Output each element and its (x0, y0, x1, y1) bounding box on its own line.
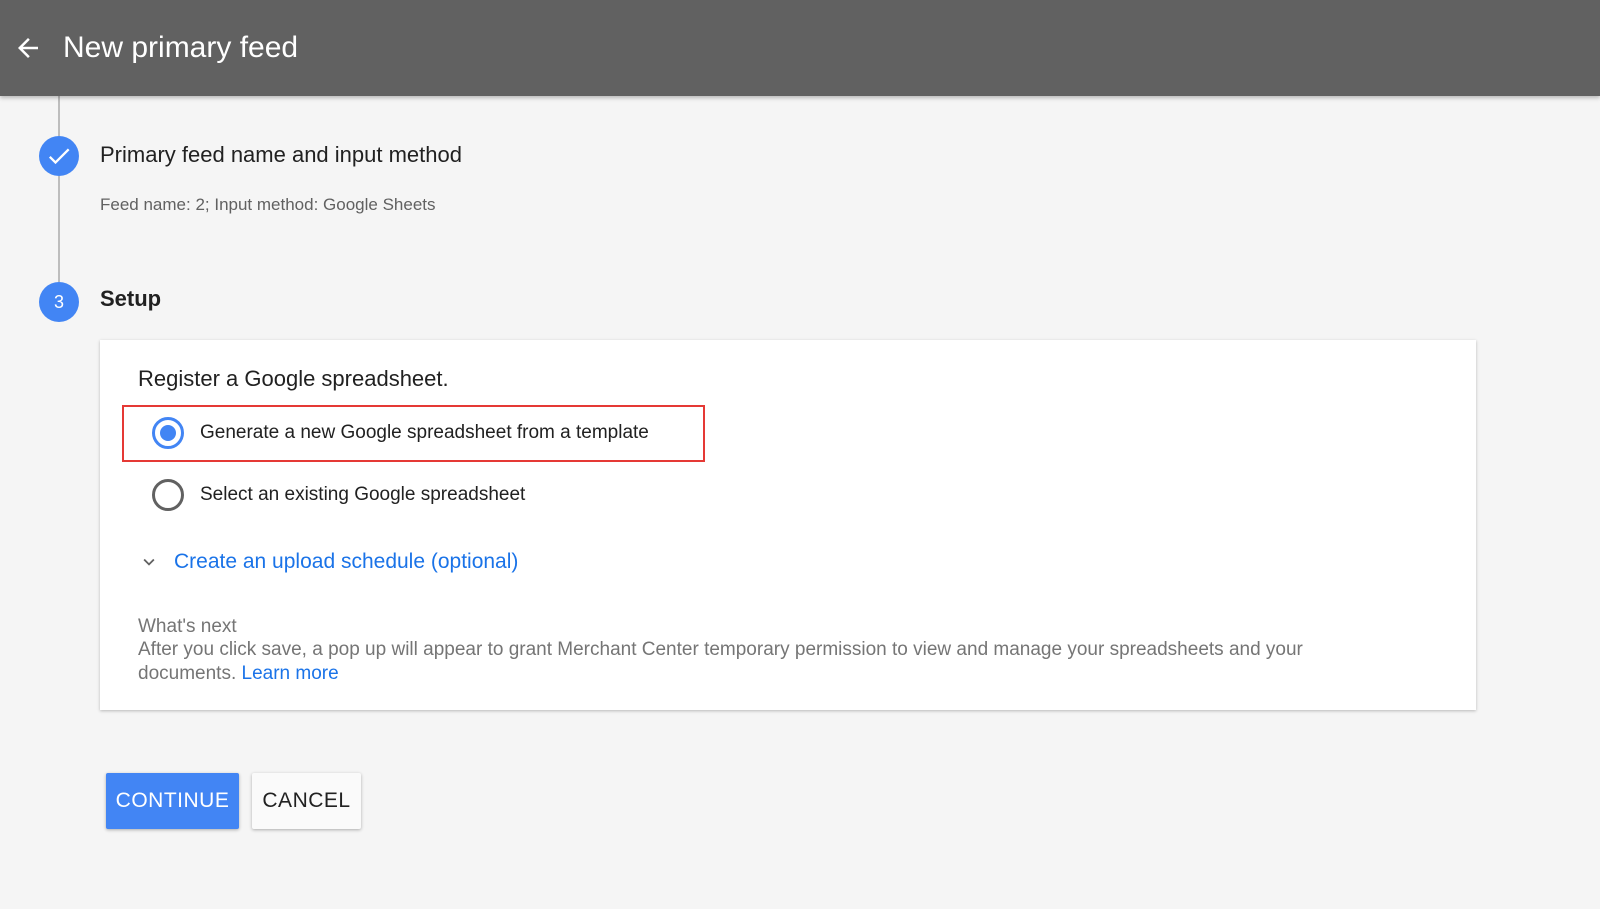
stepper-line-middle (58, 176, 60, 282)
step-title-feed-name[interactable]: Primary feed name and input method (100, 141, 462, 169)
stepper-line-top (58, 96, 60, 136)
step-summary: Feed name: 2; Input method: Google Sheet… (100, 195, 436, 214)
card-heading: Register a Google spreadsheet. (138, 366, 449, 391)
radio-button-checked[interactable] (152, 417, 184, 449)
whats-next-body: After you click save, a pop up will appe… (138, 638, 1398, 686)
continue-button[interactable]: CONTINUE (106, 773, 239, 829)
check-icon (48, 148, 70, 165)
whats-next-title: What's next (138, 616, 237, 637)
radio-option-generate-template[interactable]: Generate a new Google spreadsheet from a… (152, 417, 649, 449)
upload-schedule-toggle[interactable]: Create an upload schedule (optional) (138, 548, 518, 576)
setup-card: Register a Google spreadsheet. Generate … (100, 340, 1476, 710)
step-complete-indicator (39, 136, 79, 176)
app-header: New primary feed (0, 0, 1600, 96)
radio-option-existing-spreadsheet[interactable]: Select an existing Google spreadsheet (152, 479, 525, 511)
arrow-back-icon (18, 38, 38, 58)
radio-button-unchecked[interactable] (152, 479, 184, 511)
radio-label-generate: Generate a new Google spreadsheet from a… (200, 422, 649, 443)
page-title: New primary feed (63, 31, 299, 64)
learn-more-link[interactable]: Learn more (242, 663, 339, 684)
back-button[interactable] (8, 28, 48, 68)
radio-label-existing: Select an existing Google spreadsheet (200, 484, 526, 505)
radio-dot (160, 425, 176, 441)
step-title-setup: Setup (100, 286, 162, 311)
upload-schedule-link[interactable]: Create an upload schedule (optional) (174, 548, 518, 576)
cancel-button[interactable]: CANCEL (252, 773, 361, 829)
chevron-down-icon (143, 558, 155, 566)
step-number-indicator: 3 (39, 282, 79, 322)
